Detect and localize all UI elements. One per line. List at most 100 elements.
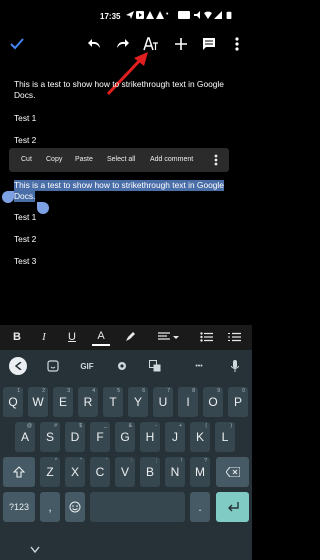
key-p[interactable]: P0 bbox=[228, 387, 248, 417]
selection-end-handle[interactable] bbox=[37, 202, 49, 214]
bulleted-list-button[interactable] bbox=[197, 328, 215, 346]
bold-button[interactable]: B bbox=[8, 328, 26, 346]
underline-button[interactable]: U bbox=[63, 328, 81, 346]
done-button[interactable] bbox=[6, 33, 28, 55]
key-e-label: E bbox=[58, 395, 67, 409]
doc-paragraph[interactable]: Test 3 bbox=[14, 256, 36, 267]
align-button[interactable] bbox=[156, 328, 182, 346]
key-c[interactable]: C ' bbox=[90, 457, 110, 487]
settings-button[interactable] bbox=[113, 357, 131, 375]
key-d-label: D bbox=[70, 430, 80, 444]
key-u-label: U bbox=[158, 395, 168, 409]
gif-button[interactable]: GIF bbox=[76, 357, 98, 375]
insert-button[interactable] bbox=[170, 33, 192, 55]
more-vert-icon[interactable] bbox=[214, 154, 218, 166]
shift-key[interactable] bbox=[3, 457, 35, 487]
wifi-icon bbox=[204, 11, 212, 19]
key-j[interactable]: J + bbox=[165, 422, 185, 452]
key-d[interactable]: D $ bbox=[65, 422, 85, 452]
selected-text[interactable]: This is a test to show how to strikethro… bbox=[14, 180, 224, 191]
doc-paragraph[interactable]: Test 1 bbox=[14, 113, 36, 124]
doc-paragraph[interactable]: Docs. bbox=[14, 90, 35, 101]
signal-icon bbox=[214, 11, 222, 19]
key-g[interactable]: G & bbox=[115, 422, 135, 452]
key-p-hint: 0 bbox=[242, 388, 245, 394]
doc-paragraph[interactable]: Test 1 bbox=[14, 212, 36, 223]
comment-button[interactable] bbox=[198, 33, 220, 55]
key-r[interactable]: R4 bbox=[78, 387, 98, 417]
key-j-hint: + bbox=[179, 423, 182, 429]
italic-button[interactable]: I bbox=[35, 328, 53, 346]
key-y[interactable]: Y6 bbox=[128, 387, 148, 417]
key-q[interactable]: Q1 bbox=[3, 387, 23, 417]
key-c-label: C bbox=[95, 465, 105, 479]
key-x-label: X bbox=[70, 465, 79, 479]
key-i[interactable]: I8 bbox=[178, 387, 198, 417]
key-v-hint: : bbox=[130, 458, 132, 464]
voice-input-button[interactable] bbox=[226, 357, 244, 375]
key-i-hint: 8 bbox=[192, 388, 195, 394]
key-b[interactable]: B; bbox=[140, 457, 160, 487]
format-bar: B I U A bbox=[0, 325, 252, 350]
navigation-bar bbox=[0, 542, 252, 560]
space-key[interactable] bbox=[90, 492, 185, 522]
key-s[interactable]: S # bbox=[40, 422, 60, 452]
status-bar: 17:35 • bbox=[0, 0, 252, 30]
key-k[interactable]: K( bbox=[190, 422, 210, 452]
key-c-hint: ' bbox=[106, 458, 107, 464]
key-x[interactable]: X " bbox=[65, 457, 85, 487]
key-l[interactable]: L) bbox=[215, 422, 235, 452]
nav-down-icon[interactable] bbox=[30, 546, 40, 554]
emoji-key[interactable] bbox=[65, 492, 85, 522]
document-body[interactable]: This is a test to show how to strikethro… bbox=[0, 62, 252, 324]
more-options-button[interactable] bbox=[226, 33, 248, 55]
copy-button[interactable]: Copy bbox=[46, 148, 62, 172]
key-u[interactable]: U7 bbox=[153, 387, 173, 417]
numbered-list-button[interactable] bbox=[225, 328, 243, 346]
selection-start-handle[interactable] bbox=[2, 191, 14, 203]
collapse-button[interactable] bbox=[9, 357, 27, 375]
key-w[interactable]: W2 bbox=[28, 387, 48, 417]
doc-paragraph[interactable]: Test 2 bbox=[14, 135, 36, 146]
enter-icon bbox=[227, 502, 239, 512]
symbols-key[interactable]: ?123 bbox=[3, 492, 35, 522]
key-t[interactable]: T5 bbox=[103, 387, 123, 417]
key-y-hint: 6 bbox=[142, 388, 145, 394]
sticker-icon bbox=[47, 360, 59, 372]
key-a[interactable]: A @ bbox=[15, 422, 35, 452]
key-n[interactable]: N! bbox=[165, 457, 185, 487]
key-n-label: N bbox=[170, 465, 180, 479]
enter-key[interactable] bbox=[216, 492, 249, 522]
highlight-button[interactable] bbox=[121, 328, 139, 346]
key-o[interactable]: O9 bbox=[203, 387, 223, 417]
comma-key[interactable]: , bbox=[40, 492, 60, 522]
select-all-button[interactable]: Select all bbox=[107, 148, 135, 172]
key-p-label: P bbox=[233, 395, 242, 409]
key-f[interactable]: F _ bbox=[90, 422, 110, 452]
key-h[interactable]: H- bbox=[140, 422, 160, 452]
selected-text[interactable]: Docs. bbox=[14, 191, 36, 202]
period-key[interactable]: . bbox=[190, 492, 210, 522]
sticker-button[interactable] bbox=[44, 357, 62, 375]
translate-button[interactable] bbox=[146, 357, 164, 375]
text-color-button[interactable]: A bbox=[92, 328, 110, 346]
key-f-hint: _ bbox=[104, 423, 107, 429]
key-m[interactable]: M? bbox=[190, 457, 210, 487]
key-t-label: T bbox=[109, 395, 117, 409]
key-h-label: H bbox=[145, 430, 155, 444]
more-tools-button[interactable]: ••• bbox=[188, 357, 210, 375]
warning-icon bbox=[146, 11, 154, 19]
key-v[interactable]: V: bbox=[115, 457, 135, 487]
doc-paragraph[interactable]: Test 2 bbox=[14, 234, 36, 245]
add-comment-button[interactable]: Add comment bbox=[150, 148, 193, 172]
paste-button[interactable]: Paste bbox=[75, 148, 93, 172]
dot-icon: • bbox=[166, 11, 169, 18]
key-z[interactable]: Z * bbox=[40, 457, 60, 487]
key-n-hint: ! bbox=[180, 458, 182, 464]
key-e[interactable]: E3 bbox=[53, 387, 73, 417]
cut-button[interactable]: Cut bbox=[21, 148, 32, 172]
backspace-key[interactable] bbox=[216, 457, 249, 487]
keyboard: GIF ••• Q1 W2 E3 R4 T5 Y6 U7 I8 O9 P0 A @… bbox=[0, 350, 252, 560]
doc-paragraph[interactable]: This is a test to show how to strikethro… bbox=[14, 79, 224, 90]
microphone-icon bbox=[231, 360, 239, 372]
